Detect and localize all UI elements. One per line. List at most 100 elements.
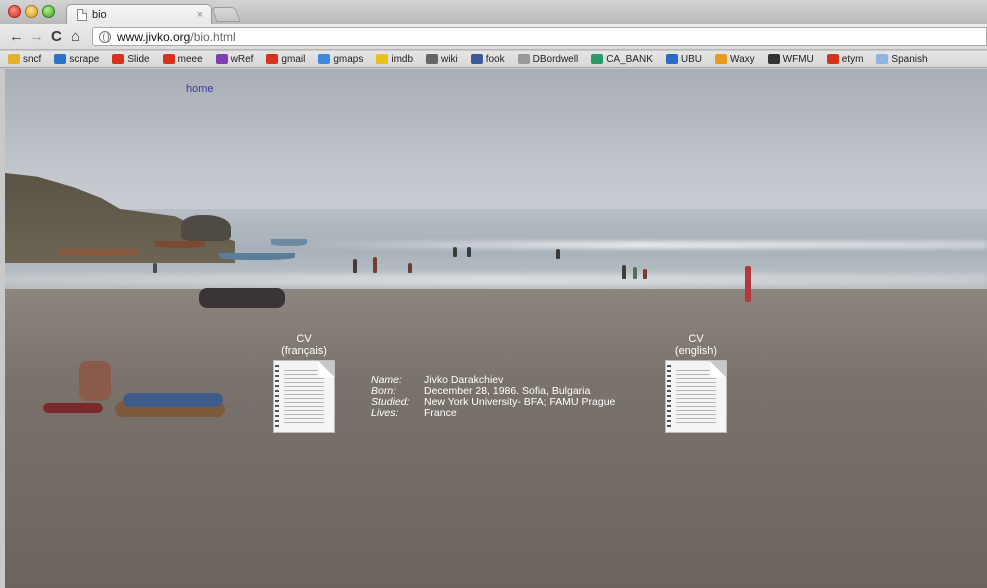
background-person	[373, 257, 377, 273]
tab-close-icon[interactable]: ×	[197, 9, 203, 21]
bookmark-gmaps[interactable]: gmaps	[318, 54, 363, 65]
bookmark-label: Slide	[127, 53, 150, 65]
url-host: www.jivko.org	[117, 29, 191, 44]
bookmark-label: wRef	[230, 53, 254, 65]
bookmark-label: WFMU	[782, 53, 814, 65]
background-person-sitting	[79, 361, 111, 401]
stumble-icon	[162, 54, 175, 64]
background-person	[633, 267, 637, 279]
new-tab-button[interactable]	[211, 7, 241, 22]
bookmark-spanish[interactable]: Spanish	[876, 54, 928, 65]
background-boat	[60, 249, 140, 256]
bookmark-wiki[interactable]: wiki	[426, 54, 458, 65]
document-icon[interactable]	[666, 361, 726, 432]
bookmark-label: fook	[485, 53, 505, 65]
bio-key: Lives:	[371, 407, 399, 419]
page-content: home CV (français) CV (english) Name: Jiv…	[5, 69, 987, 588]
background-surf	[5, 274, 987, 286]
bookmark-label: meee	[177, 53, 203, 65]
page-curl	[318, 361, 334, 377]
page-icon	[77, 8, 87, 21]
tab-title: bio	[92, 8, 107, 21]
document-icon[interactable]	[274, 361, 334, 432]
background-person	[453, 247, 457, 257]
background-person	[745, 266, 751, 302]
globe-icon	[517, 54, 530, 64]
bird-icon	[54, 54, 67, 64]
spiral-binding	[275, 365, 279, 429]
facebook-icon	[470, 54, 483, 64]
maps-icon	[318, 54, 331, 64]
ubu-icon	[665, 54, 678, 64]
bookmark-label: Waxy	[730, 53, 755, 65]
bookmark-waxy[interactable]: Waxy	[715, 54, 755, 65]
close-window-icon[interactable]	[8, 5, 21, 18]
cv-english-label: CV	[688, 333, 704, 345]
url-path: /bio.html	[190, 29, 236, 44]
bio-info: Name: Jivko Darakchiev Born: December 28, …	[371, 375, 615, 419]
background-boat	[271, 239, 307, 246]
zoom-window-icon[interactable]	[42, 5, 55, 18]
cv-english[interactable]: CV (english)	[661, 333, 731, 432]
minimize-window-icon[interactable]	[25, 5, 38, 18]
bookmark-label: etym	[841, 53, 864, 65]
url-text: www.jivko.org/bio.html	[117, 30, 236, 44]
bookmark-dbordwell[interactable]: DBordwell	[517, 54, 578, 65]
forward-icon[interactable]: →	[29, 28, 44, 46]
bookmark-sncf[interactable]: sncf	[8, 54, 41, 65]
bio-row: Studied: New York University- BFA; FAMU P…	[371, 397, 615, 408]
bookmark-gmail[interactable]: gmail	[266, 54, 305, 65]
home-link[interactable]: home	[186, 83, 214, 95]
bookmark-slide[interactable]: Slide	[112, 53, 150, 65]
bio-value: France	[424, 407, 457, 419]
background-person	[556, 249, 560, 259]
bookmark-label: imdb	[391, 53, 414, 65]
imdb-icon	[376, 54, 389, 64]
bookmark-ubu[interactable]: UBU	[665, 53, 702, 65]
reload-icon[interactable]: C	[51, 28, 62, 46]
bookmark-scrape[interactable]: scrape	[54, 54, 99, 65]
waxy-icon	[715, 54, 727, 64]
browser-tab[interactable]: bio ×	[66, 4, 212, 24]
address-bar[interactable]: www.jivko.org/bio.html	[92, 27, 987, 46]
bank-icon	[591, 54, 604, 64]
background-rock	[181, 215, 231, 241]
bookmark-ca-bank[interactable]: CA_BANK	[591, 54, 653, 65]
browser-toolbar: ← → C ⌂ www.jivko.org/bio.html	[0, 24, 987, 50]
bookmark-etym[interactable]: etym	[826, 53, 864, 65]
w-icon	[215, 54, 228, 64]
text-lines	[284, 370, 324, 426]
bookmark-fook[interactable]: fook	[470, 53, 505, 65]
bookmark-label: UBU	[680, 53, 702, 65]
text-lines	[676, 370, 716, 426]
background-person	[408, 263, 412, 273]
bookmarks-bar: sncf scrape Slide meee wRef gmail gmaps imdb wik…	[0, 51, 987, 68]
background-people-group	[199, 288, 285, 308]
background-sky	[5, 69, 987, 229]
background-person-lying	[43, 403, 103, 413]
back-icon[interactable]: ←	[9, 28, 24, 46]
background-person	[643, 269, 647, 279]
background-boat	[155, 241, 205, 248]
wfmu-icon	[767, 54, 780, 64]
bookmark-imdb[interactable]: imdb	[376, 54, 413, 65]
background-boat	[219, 253, 295, 260]
bio-row: Lives: France	[371, 408, 615, 419]
bookmark-label: gmail	[281, 53, 306, 65]
home-icon[interactable]: ⌂	[71, 28, 80, 46]
bookmark-label: CA_BANK	[606, 53, 653, 65]
cv-french-label: CV	[296, 333, 312, 345]
bookmark-label: wiki	[441, 53, 458, 65]
globe-icon	[99, 30, 111, 43]
background-person-lying	[123, 393, 223, 407]
bookmark-label: sncf	[23, 53, 42, 65]
bookmark-wfmu[interactable]: WFMU	[767, 53, 814, 65]
background-surf	[285, 241, 987, 249]
bookmark-meee[interactable]: meee	[162, 53, 203, 65]
cv-french[interactable]: CV (français)	[269, 333, 339, 432]
background-person	[153, 263, 157, 273]
background-person	[467, 247, 471, 257]
cv-english-sublabel: (english)	[674, 345, 718, 357]
background-sand	[5, 289, 987, 588]
bookmark-wref[interactable]: wRef	[215, 53, 254, 65]
